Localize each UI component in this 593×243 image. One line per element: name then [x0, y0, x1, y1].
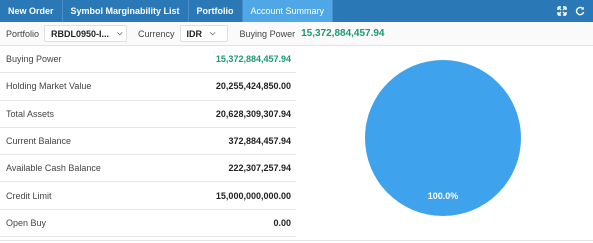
bottom-divider: [0, 240, 593, 241]
account-toolbar: Portfolio RBDL0950-I... ⌵ Currency IDR ⌵…: [0, 22, 593, 46]
summary-row-label: Buying Power: [6, 54, 62, 65]
portfolio-select-value: RBDL0950-I...: [51, 28, 110, 39]
tab-new-order[interactable]: New Order: [0, 0, 63, 22]
tab-portfolio[interactable]: Portfolio: [189, 0, 243, 22]
account-summary-table: Buying Power 15,372,884,457.94 Holding M…: [0, 46, 296, 238]
summary-row-value: 222,307,257.94: [228, 163, 291, 174]
summary-row-label: Holding Market Value: [6, 81, 92, 92]
tab-account-summary[interactable]: Account Summary: [242, 0, 334, 22]
summary-row: Total Assets 20,628,309,307.94: [0, 101, 296, 128]
summary-row: Open Buy 0.00: [0, 210, 296, 238]
summary-row: Credit Limit 15,000,000,000.00: [0, 182, 296, 210]
summary-row-value: 372,884,457.94: [228, 136, 291, 147]
summary-row: Holding Market Value 20,255,424,850.00: [0, 73, 296, 101]
currency-select-value: IDR: [186, 28, 203, 39]
summary-row-value: 15,372,884,457.94: [215, 54, 291, 65]
summary-row-label: Current Balance: [6, 136, 72, 147]
refresh-icon[interactable]: [575, 6, 585, 16]
pie-slice-label: 100.0%: [428, 191, 459, 201]
summary-row-label: Credit Limit: [6, 190, 52, 201]
pie-svg: 100.0%: [365, 60, 521, 216]
summary-row: Current Balance 372,884,457.94: [0, 128, 296, 156]
portfolio-label: Portfolio: [6, 28, 40, 39]
summary-row-value: 20,628,309,307.94: [215, 108, 291, 119]
portfolio-select[interactable]: RBDL0950-I... ⌵: [44, 25, 128, 42]
summary-row-value: 15,000,000,000.00: [215, 190, 291, 201]
buying-power-value: 15,372,884,457.94: [301, 28, 385, 39]
summary-row-label: Open Buy: [6, 217, 47, 228]
expand-icon[interactable]: [557, 6, 567, 16]
tab-symbol-marginability-list[interactable]: Symbol Marginability List: [63, 0, 189, 22]
summary-row: Available Cash Balance 222,307,257.94: [0, 155, 296, 183]
currency-label: Currency: [138, 28, 175, 39]
summary-row-label: Total Assets: [6, 108, 55, 119]
chevron-down-icon: ⌵: [210, 29, 216, 37]
chevron-down-icon: ⌵: [117, 29, 123, 37]
summary-row-label: Available Cash Balance: [6, 163, 101, 174]
tab-bar-actions: [557, 0, 593, 22]
tab-bar: New Order Symbol Marginability List Port…: [0, 0, 593, 22]
buying-power-label: Buying Power: [239, 28, 296, 39]
summary-row: Buying Power 15,372,884,457.94: [0, 46, 296, 74]
summary-row-value: 20,255,424,850.00: [215, 81, 291, 92]
currency-select[interactable]: IDR ⌵: [179, 25, 228, 42]
summary-row-value: 0.00: [273, 217, 291, 228]
asset-pie-chart: 100.0%: [340, 60, 540, 220]
